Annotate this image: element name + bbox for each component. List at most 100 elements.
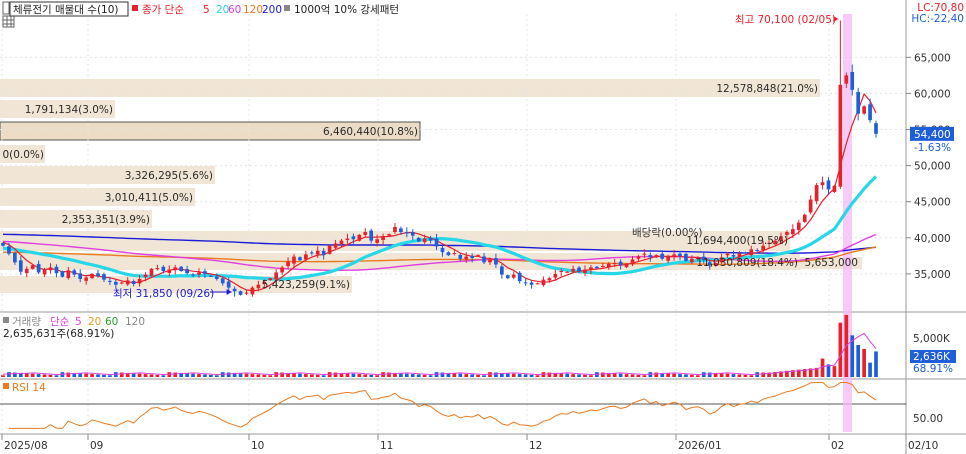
candle-body	[595, 266, 599, 269]
candle-body	[654, 255, 659, 258]
volume-bar	[535, 375, 540, 377]
volume-bar	[226, 372, 231, 377]
candle-body	[458, 255, 463, 259]
candle-body	[814, 185, 819, 202]
candle-body	[571, 268, 575, 272]
candle-body	[529, 282, 534, 285]
candle-body	[612, 263, 617, 265]
volume-bar	[262, 374, 267, 377]
candle-body	[523, 282, 528, 284]
stock-chart[interactable]: 12,578,848(21.0%) 1,791,134(3.0%) 6,460,44…	[0, 0, 966, 454]
volume-bar	[565, 373, 570, 377]
candle-body	[298, 257, 302, 261]
volume-bar	[731, 374, 736, 377]
candle-body	[286, 261, 290, 267]
candle-body	[351, 236, 356, 240]
volume-bar	[214, 375, 219, 377]
candle-body	[648, 255, 653, 258]
volume-bar	[476, 374, 480, 377]
candle-body	[339, 240, 344, 245]
volume-bar	[309, 374, 314, 377]
candle-body	[102, 274, 106, 280]
profile-label: 0(0.0%)	[2, 149, 44, 161]
candle-body	[666, 256, 670, 261]
candle-body	[452, 252, 457, 254]
volume-bar	[743, 374, 748, 377]
candle-body	[173, 267, 178, 271]
volume-bar	[630, 374, 635, 377]
volume-bar	[494, 372, 498, 377]
volume-bar	[761, 372, 766, 377]
candle-body	[410, 232, 415, 236]
candle-body	[583, 269, 587, 273]
volume-bar	[102, 374, 106, 377]
current-volume-pct: 68.91%	[913, 363, 953, 375]
volume-bar	[48, 374, 53, 377]
candle-body	[363, 232, 368, 235]
current-volume-label: 2,636K	[913, 351, 951, 363]
candle-body	[60, 271, 65, 277]
volume-bar	[410, 374, 415, 377]
price-tick-label: 45,000	[914, 197, 951, 209]
candle-body	[66, 270, 71, 279]
candle-body	[725, 253, 730, 256]
volume-bar	[298, 373, 302, 377]
candle-body	[511, 274, 516, 278]
volume-ma-period: 5	[75, 316, 82, 328]
volume-bar	[84, 373, 88, 377]
date-label: 10	[251, 440, 264, 452]
volume-ma-period: 120	[125, 316, 145, 328]
candle-body	[684, 253, 688, 261]
volume-bar	[672, 373, 676, 377]
volume-bar	[155, 374, 160, 377]
volume-bar	[678, 374, 682, 377]
hc-label: HC:-22,40	[911, 13, 964, 25]
volume-bar	[523, 374, 528, 377]
candle-body	[280, 267, 284, 273]
date-label: 2026/01	[678, 440, 722, 452]
volume-bar	[624, 374, 629, 377]
candle-body	[428, 237, 433, 241]
volume-bar	[654, 372, 659, 377]
candle-body	[220, 278, 225, 284]
rsi-tick-label: 50.00	[913, 413, 943, 425]
profile-label: 11,030,809(18.4%)	[696, 257, 798, 269]
volume-bar	[511, 373, 516, 377]
candle-body	[553, 273, 558, 278]
candle-body	[30, 265, 35, 269]
date-label: 02/10	[908, 440, 938, 452]
candle-body	[244, 292, 249, 294]
volume-bar	[707, 372, 712, 377]
volume-bar	[280, 372, 284, 377]
volume-bar	[244, 373, 249, 377]
candle-body	[844, 75, 849, 84]
profile-label: 3,010,411(5.0%)	[105, 192, 193, 204]
candle-body	[203, 271, 207, 274]
candle-body	[565, 271, 570, 273]
volume-bar	[636, 374, 641, 377]
candle-body	[832, 185, 837, 192]
volume-ma-period: 60	[105, 316, 118, 328]
volume-bar	[357, 374, 362, 377]
volume-bar	[197, 374, 201, 377]
volume-bar	[422, 374, 427, 377]
candle-body	[250, 287, 255, 295]
volume-bar	[351, 373, 356, 377]
candle-body	[399, 228, 403, 233]
volume-bar	[24, 373, 29, 377]
volume-bar	[856, 345, 861, 377]
candle-body	[315, 250, 320, 255]
candle-body	[440, 247, 445, 253]
candle-body	[345, 238, 350, 240]
volume-bar	[820, 358, 825, 377]
volume-bar	[375, 375, 379, 377]
candle-body	[7, 246, 11, 254]
profile-label: 5,653,000	[805, 257, 858, 269]
volume-bar	[862, 348, 866, 377]
candle-body	[387, 234, 391, 236]
candle-body	[470, 255, 475, 259]
volume-ma-label: 단순	[50, 316, 70, 328]
volume-bar	[600, 372, 605, 377]
volume-bar	[119, 372, 124, 377]
volume-bar	[684, 374, 688, 377]
